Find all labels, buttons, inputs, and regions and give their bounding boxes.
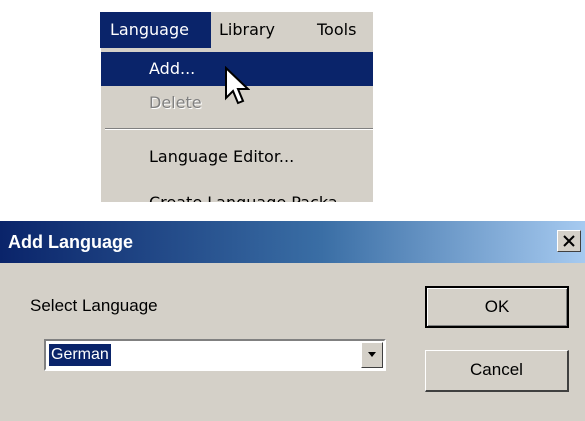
select-language-label: Select Language <box>30 296 158 315</box>
menu-screenshot: Language Library Tools Add... Delete Lan… <box>100 12 373 202</box>
menu-item-create-language-package[interactable]: Create Language Packa <box>101 186 373 202</box>
dialog-titlebar[interactable]: Add Language <box>0 221 585 263</box>
menu-separator <box>105 128 373 130</box>
dialog-title: Add Language <box>8 232 133 252</box>
menu-library[interactable]: Library <box>219 12 275 48</box>
close-button[interactable] <box>557 230 581 252</box>
add-language-dialog: Add Language Select Language German OK C… <box>0 221 585 421</box>
language-select[interactable]: German <box>44 339 386 371</box>
cancel-button[interactable]: Cancel <box>425 350 569 392</box>
ok-button[interactable]: OK <box>425 286 569 328</box>
mouse-pointer-icon <box>225 66 250 105</box>
chevron-down-icon <box>368 352 376 357</box>
selected-language-value: German <box>48 343 112 367</box>
menu-item-language-editor[interactable]: Language Editor... <box>101 140 373 174</box>
menubar: Language Library Tools <box>100 12 373 48</box>
close-icon <box>563 235 575 247</box>
menu-language[interactable]: Language <box>100 12 211 48</box>
dropdown-arrow-button[interactable] <box>361 342 383 368</box>
menu-tools[interactable]: Tools <box>317 12 356 48</box>
